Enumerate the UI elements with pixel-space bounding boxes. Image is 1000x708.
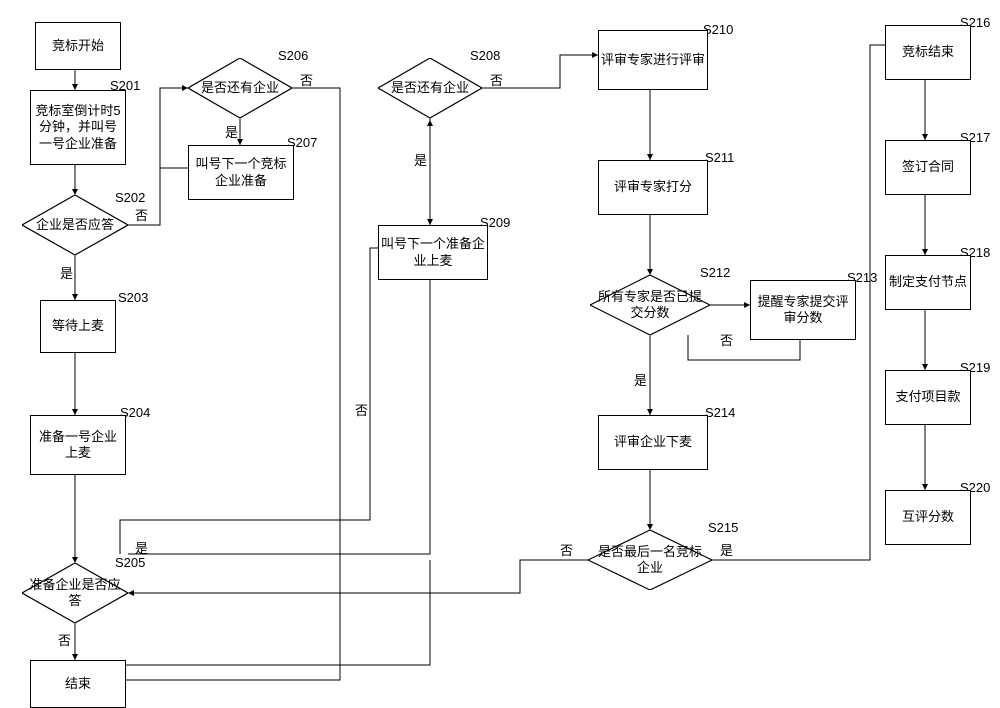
node-S212: 所有专家是否已提交分数 xyxy=(590,275,710,335)
node-S206: 是否还有企业 xyxy=(188,58,292,118)
edge-label-no-4: 否 xyxy=(490,70,503,89)
edge-label-yes-3: 是 xyxy=(225,122,238,141)
node-S209: 叫号下一个准备企业上麦 xyxy=(378,225,488,280)
tag-S211: S211 xyxy=(705,150,734,165)
node-S205: 准备企业是否应答 xyxy=(22,563,128,623)
tag-S203: S203 xyxy=(118,290,148,305)
tag-S214: S214 xyxy=(705,405,735,420)
node-S219: 支付项目款 xyxy=(885,370,971,425)
edge-label-no-extra: 否 xyxy=(355,400,368,419)
node-start: 竞标开始 xyxy=(35,22,121,70)
node-S218: 制定支付节点 xyxy=(885,255,971,310)
node-S201: 竞标室倒计时5分钟，并叫号一号企业准备 xyxy=(30,90,126,165)
node-S204: 准备一号企业上麦 xyxy=(30,415,126,475)
edge-label-no-2: 否 xyxy=(58,630,71,649)
node-S202: 企业是否应答 xyxy=(22,195,128,255)
node-S208: 是否还有企业 xyxy=(378,58,482,118)
edge-label-yes-6: 是 xyxy=(720,540,733,559)
connector-layer xyxy=(0,0,1000,708)
edge-label-no: 否 xyxy=(135,205,148,224)
node-S203: 等待上麦 xyxy=(40,300,116,353)
edge-label-no-6: 否 xyxy=(560,540,573,559)
node-S220: 互评分数 xyxy=(885,490,971,545)
flowchart-canvas: 竞标开始 S201 竞标室倒计时5分钟，并叫号一号企业准备 S202 企业是否应… xyxy=(0,0,1000,708)
node-end: 结束 xyxy=(30,660,126,708)
node-S210: 评审专家进行评审 xyxy=(598,30,708,90)
edge-label-yes-2: 是 xyxy=(135,538,148,557)
edge-label-no-5: 否 xyxy=(720,330,733,349)
node-S215: 是否最后一名竞标企业 xyxy=(588,530,712,590)
tag-S215: S215 xyxy=(708,520,738,535)
node-S207: 叫号下一个竞标企业准备 xyxy=(188,145,294,200)
edge-label-yes-5: 是 xyxy=(634,370,647,389)
edge-label-yes-4: 是 xyxy=(414,150,427,169)
node-S216: 竞标结束 xyxy=(885,25,971,80)
node-S217: 签订合同 xyxy=(885,140,971,195)
edge-label-no-3: 否 xyxy=(300,70,313,89)
edge-label-yes: 是 xyxy=(60,263,73,282)
node-S211: 评审专家打分 xyxy=(598,160,708,215)
node-S214: 评审企业下麦 xyxy=(598,415,708,470)
node-S213: 提醒专家提交评审分数 xyxy=(750,280,856,340)
